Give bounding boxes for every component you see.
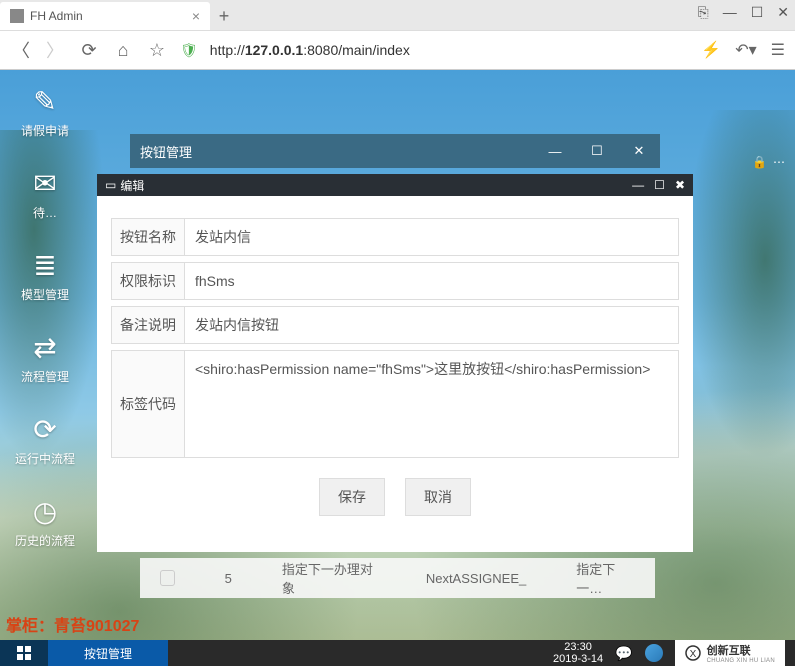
window-close-icon[interactable]: ✕ [777,4,789,21]
sidebar-item-label: 历史的流程 [15,532,75,549]
taskbar-clock[interactable]: 23:30 2019-3-14 [553,641,603,665]
refresh-icon: ⟳ [33,413,56,446]
dialog-close-icon[interactable]: ✖ [675,178,685,192]
dialog-min-icon[interactable]: — [632,178,644,192]
forward-button: 〉 [44,37,66,63]
inner-min-icon[interactable]: — [534,134,576,168]
url-suffix: :8080/main/index [303,42,410,58]
taskbar: 按钮管理 23:30 2019-3-14 💬 X 创新互联 CHUANG XIN… [0,640,795,666]
brand-avatar-icon [645,644,663,662]
browser-tab[interactable]: FH Admin × [0,2,210,30]
brand-mark-icon: X [685,645,701,661]
cancel-button[interactable]: 取消 [405,478,471,516]
star-button[interactable]: ☆ [146,40,168,61]
sidebar-item-history[interactable]: ◷ 历史的流程 [10,495,80,549]
brand-text: 创新互联 [707,642,775,658]
cell-desc: 指定下一… [576,559,635,597]
inner-window-titlebar: 按钮管理 — ☐ ✕ [130,134,660,168]
window-maximize-icon[interactable]: ☐ [751,4,764,21]
brand-logo[interactable]: X 创新互联 CHUANG XIN HU LIAN [675,640,785,666]
dialog-body: 按钮名称 权限标识 备注说明 标签代码 <shiro:hasPermission… [97,196,693,552]
windows-icon [17,646,31,660]
edit-icon: ✎ [33,85,56,118]
button-name-input[interactable] [185,218,679,256]
mail-icon: ✉ [33,167,56,200]
inner-max-icon[interactable]: ☐ [576,134,618,168]
menu-icon[interactable]: ☰ [771,40,785,60]
sidebar-item-label: 流程管理 [21,368,69,385]
sidebar-item-label: 请假申请 [21,122,69,139]
tab-close-icon[interactable]: × [192,8,200,24]
mini-toolbar: 🔒 ⋯ [752,155,785,169]
sidebar-item-label: 模型管理 [21,286,69,303]
tab-title: FH Admin [30,9,192,23]
sidebar-item-flow[interactable]: ⇄ 流程管理 [10,331,80,385]
sidebar: ✎ 请假申请 ✉ 待… ≣ 模型管理 ⇄ 流程管理 ⟳ 运行中流程 ◷ 历史的流… [10,85,80,549]
sidebar-item-leave[interactable]: ✎ 请假申请 [10,85,80,139]
taskbar-active-task[interactable]: 按钮管理 [48,640,168,666]
window-minimize-icon[interactable]: — [723,4,737,21]
sidebar-item-model[interactable]: ≣ 模型管理 [10,249,80,303]
field-label-perm: 权限标识 [111,262,185,300]
browser-extension-icon[interactable]: ⎘ [698,4,709,21]
cell-code: NextASSIGNEE_ [426,571,526,586]
dialog-title-text: 编辑 [120,177,144,194]
shuffle-icon: ⇄ [33,331,56,364]
dialog-max-icon[interactable]: ☐ [654,178,665,192]
address-bar: 〈 〉 ⟳ ⌂ ☆ 🛡 http://127.0.0.1:8080/main/i… [0,30,795,70]
watermark-text: 掌柜：青苔901027 [6,612,139,636]
dialog-titlebar[interactable]: ▭ 编辑 — ☐ ✖ [97,174,693,196]
clock-icon: ◷ [33,495,57,528]
sidebar-item-label: 待… [33,204,57,221]
tab-favicon [10,9,24,23]
back-button[interactable]: 〈 [10,37,32,63]
chat-icon[interactable]: 💬 [615,645,632,662]
list-icon: ≣ [33,249,56,282]
shield-icon[interactable]: 🛡 [180,42,198,59]
cell-name: 指定下一办理对象 [282,559,376,597]
save-button[interactable]: 保存 [319,478,385,516]
clock-date: 2019-3-14 [553,653,603,665]
field-label-name: 按钮名称 [111,218,185,256]
lock-icon[interactable]: 🔒 [752,155,767,169]
tag-code-textarea[interactable]: <shiro:hasPermission name="fhSms">这里放按钮<… [185,350,679,458]
undo-dropdown-icon[interactable]: ↶▾ [735,40,756,60]
url-prefix: http:// [210,42,245,58]
bolt-icon[interactable]: ⚡ [701,40,721,60]
sidebar-item-running[interactable]: ⟳ 运行中流程 [10,413,80,467]
url-host: 127.0.0.1 [245,42,303,58]
refresh-button[interactable]: ⟳ [78,40,100,61]
field-label-remark: 备注说明 [111,306,185,344]
start-button[interactable] [0,640,48,666]
permission-input[interactable] [185,262,679,300]
ellipsis-icon[interactable]: ⋯ [773,155,785,169]
inner-window-title: 按钮管理 [130,142,534,161]
brand-subtext: CHUANG XIN HU LIAN [707,658,775,664]
clock-time: 23:30 [553,641,603,653]
cell-id: 5 [225,571,232,586]
inner-close-icon[interactable]: ✕ [618,134,660,168]
sidebar-item-pending[interactable]: ✉ 待… [10,167,80,221]
field-label-code: 标签代码 [111,350,185,458]
remark-input[interactable] [185,306,679,344]
svg-text:X: X [689,649,696,660]
table-row[interactable]: 5 指定下一办理对象 NextASSIGNEE_ 指定下一… [140,558,655,598]
dialog-icon: ▭ [105,178,116,192]
row-checkbox[interactable] [160,570,175,586]
home-button[interactable]: ⌂ [112,40,134,61]
new-tab-button[interactable]: + [210,2,238,30]
sidebar-item-label: 运行中流程 [15,450,75,467]
url-display[interactable]: http://127.0.0.1:8080/main/index [210,42,690,58]
